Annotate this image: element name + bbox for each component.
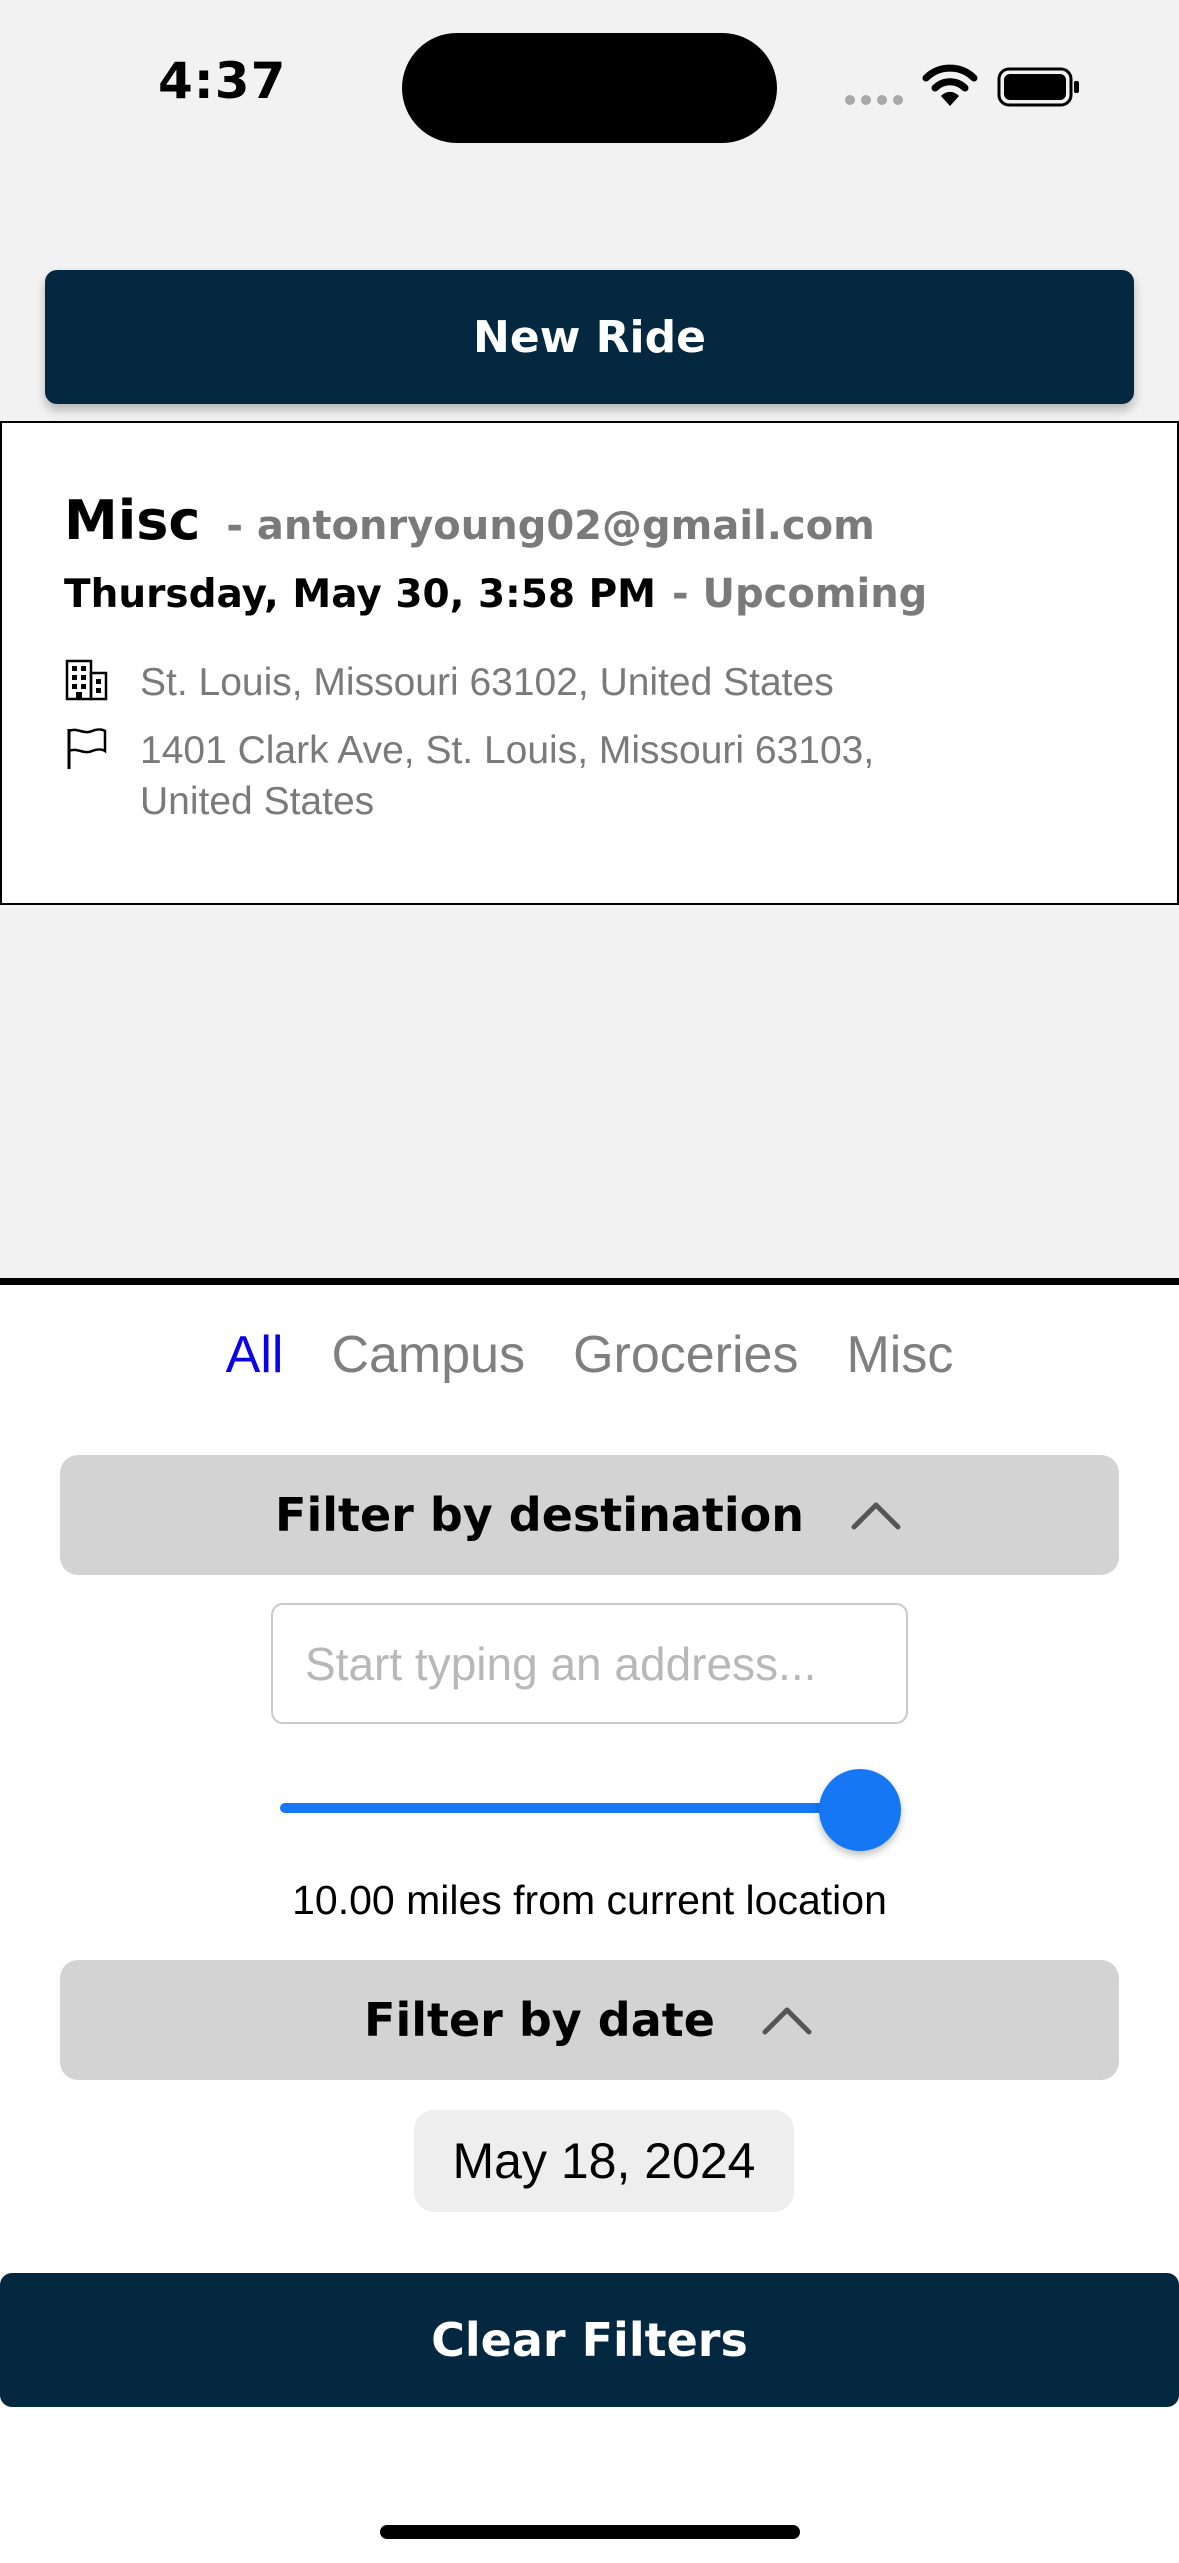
- address-search-input[interactable]: [271, 1603, 908, 1724]
- ride-header: Misc - antonryoung02@gmail.com: [64, 489, 875, 552]
- slider-track[interactable]: [280, 1803, 860, 1813]
- category-tabs: All Campus Groceries Misc: [0, 1325, 1179, 1385]
- filter-by-destination-toggle[interactable]: Filter by destination: [60, 1455, 1119, 1575]
- destination-row: 1401 Clark Ave, St. Louis, Missouri 6310…: [64, 725, 980, 827]
- origin-address: St. Louis, Missouri 63102, United States: [140, 661, 834, 704]
- status-bar: 4:37: [0, 0, 1179, 170]
- tab-groceries[interactable]: Groceries: [573, 1325, 798, 1385]
- battery-icon: [997, 67, 1079, 107]
- dynamic-island: [402, 33, 777, 143]
- home-indicator[interactable]: [380, 2525, 800, 2539]
- filter-by-date-toggle[interactable]: Filter by date: [60, 1960, 1119, 2080]
- chevron-up-icon: [851, 1502, 901, 1530]
- ride-email: - antonryoung02@gmail.com: [226, 503, 875, 549]
- ride-category: Misc: [64, 489, 201, 552]
- destination-address: 1401 Clark Ave, St. Louis, Missouri 6310…: [140, 729, 875, 823]
- clear-filters-button[interactable]: Clear Filters: [0, 2273, 1179, 2407]
- filter-destination-label: Filter by destination: [275, 1488, 804, 1542]
- wifi-icon: [922, 64, 978, 106]
- ride-schedule: Thursday, May 30, 3:58 PM - Upcoming: [64, 571, 927, 617]
- date-picker-button[interactable]: May 18, 2024: [414, 2110, 794, 2212]
- slider-thumb[interactable]: [819, 1769, 901, 1851]
- cellular-signal-icon: [845, 95, 903, 105]
- tab-misc[interactable]: Misc: [846, 1325, 953, 1385]
- status-time: 4:37: [158, 52, 287, 110]
- origin-row: St. Louis, Missouri 63102, United States: [64, 657, 980, 708]
- ride-card[interactable]: Misc - antonryoung02@gmail.com Thursday,…: [0, 421, 1179, 905]
- filter-date-label: Filter by date: [364, 1993, 715, 2047]
- building-icon: [65, 659, 108, 701]
- new-ride-button[interactable]: New Ride: [45, 270, 1134, 404]
- chevron-up-icon: [762, 2007, 812, 2035]
- ride-datetime: Thursday, May 30, 3:58 PM: [64, 572, 656, 617]
- tab-all[interactable]: All: [226, 1325, 284, 1385]
- ride-status: - Upcoming: [671, 571, 928, 617]
- tab-campus[interactable]: Campus: [331, 1325, 525, 1385]
- filter-panel: All Campus Groceries Misc Filter by dest…: [0, 1278, 1179, 2563]
- distance-label: 10.00 miles from current location: [292, 1877, 887, 1923]
- flag-icon: [67, 728, 107, 769]
- distance-slider[interactable]: [280, 1769, 901, 1851]
